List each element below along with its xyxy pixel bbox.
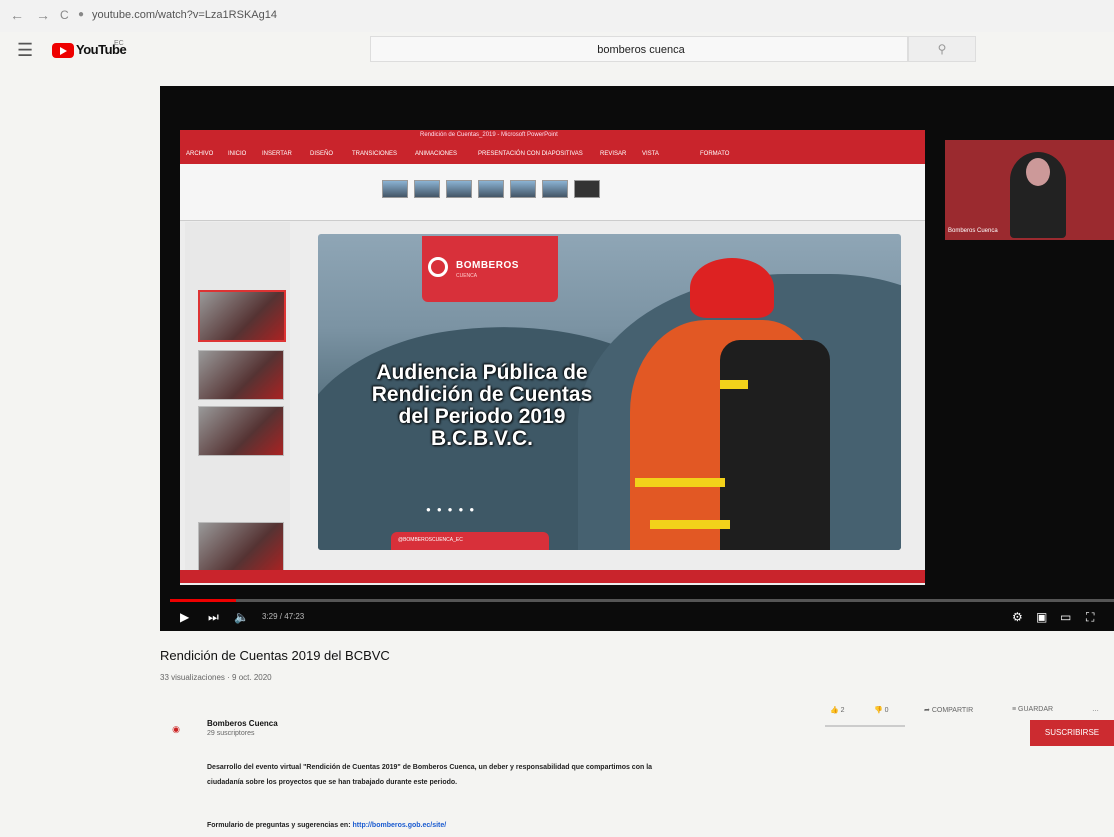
- slide-title: Audiencia Pública de Rendición de Cuenta…: [371, 361, 593, 450]
- ppt-tab: PRESENTACIÓN CON DIAPOSITIVAS: [478, 151, 583, 157]
- forward-button[interactable]: →: [36, 7, 50, 23]
- bomberos-logo-icon: [428, 257, 448, 277]
- form-link[interactable]: http://bomberos.gob.ec/site/: [353, 822, 447, 829]
- ppt-statusbar: [180, 570, 925, 583]
- brand-name: BOMBEROS: [456, 260, 519, 271]
- share-icon: ➦: [924, 707, 930, 714]
- ppt-tab: INICIO: [228, 151, 247, 157]
- ppt-tab: ARCHIVO: [186, 151, 214, 157]
- progress-fill: [170, 599, 237, 602]
- settings-icon[interactable]: ⚙: [1012, 610, 1023, 624]
- social-icons: ●●●●●: [426, 505, 481, 514]
- firefighter-backpack: [720, 340, 830, 550]
- ppt-tab: FORMATO: [700, 151, 730, 157]
- ppt-tab: REVISAR: [600, 151, 627, 157]
- search-input[interactable]: [371, 37, 911, 63]
- presenter-face: [1026, 158, 1050, 186]
- picture-style-icon: [542, 180, 568, 198]
- theater-icon[interactable]: ▭: [1060, 610, 1071, 624]
- reflective-stripe: [635, 478, 725, 487]
- share-button[interactable]: ➦ COMPARTIR: [924, 706, 973, 714]
- country-code: EC: [114, 40, 124, 47]
- reflective-stripe: [720, 380, 748, 389]
- reload-button[interactable]: C: [60, 8, 69, 22]
- slide-thumbnail: [198, 290, 286, 342]
- thumb-up-icon: 👍: [830, 707, 839, 714]
- progress-bar[interactable]: [170, 599, 1114, 602]
- slide-footer-text: @BOMBEROSCUENCA_EC: [398, 537, 463, 543]
- like-count: 2: [840, 707, 845, 714]
- channel-name[interactable]: Bomberos Cuenca: [207, 719, 278, 728]
- search-icon: ⚲: [937, 42, 947, 56]
- more-actions-button[interactable]: …: [1092, 706, 1099, 713]
- ppt-tab: DISEÑO: [310, 151, 334, 157]
- video-description: Desarrollo del evento virtual "Rendición…: [207, 764, 653, 786]
- address-bar[interactable]: youtube.com/watch?v=Lza1RSKAg14: [92, 9, 277, 21]
- picture-style-icon: [574, 180, 600, 198]
- thumb-down-icon: 👎: [874, 707, 883, 714]
- save-button[interactable]: ≡ GUARDAR: [1012, 706, 1053, 713]
- menu-icon[interactable]: ☰: [17, 40, 33, 61]
- webcam-label: Bomberos Cuenca: [948, 228, 998, 234]
- video-meta: 33 visualizaciones · 9 oct. 2020: [160, 673, 272, 682]
- picture-style-icon: [478, 180, 504, 198]
- firefighter-helmet: [690, 258, 774, 318]
- subscriber-count: 29 suscriptores: [207, 730, 255, 737]
- youtube-logo-icon[interactable]: [52, 43, 74, 58]
- like-ratio-bar: [825, 725, 905, 727]
- slide-thumbnail: [198, 522, 284, 572]
- ppt-tab: VISTA: [642, 151, 659, 157]
- next-button[interactable]: ⏭: [208, 610, 219, 625]
- video-title: Rendición de Cuentas 2019 del BCBVC: [160, 648, 390, 663]
- lock-icon: ●: [78, 9, 85, 20]
- dislike-button[interactable]: 👎 0: [874, 706, 889, 714]
- reflective-stripe: [650, 520, 730, 529]
- time-display: 3:29 / 47:23: [262, 612, 305, 621]
- search-button[interactable]: ⚲: [908, 36, 976, 62]
- fullscreen-icon[interactable]: ⛶: [1086, 610, 1094, 625]
- miniplayer-icon[interactable]: ▣: [1036, 610, 1047, 624]
- playlist-add-icon: ≡: [1012, 706, 1017, 713]
- brand-subtitle: CUENCA: [456, 273, 478, 279]
- volume-icon[interactable]: 🔈: [234, 610, 249, 624]
- ppt-window-title: Rendición de Cuentas_2019 - Microsoft Po…: [420, 132, 558, 138]
- form-label: Formulario de preguntas y sugerencias en…: [207, 822, 351, 829]
- slide-thumbnail: [198, 350, 284, 400]
- picture-style-icon: [382, 180, 408, 198]
- dislike-count: 0: [884, 707, 889, 714]
- description-form-line: Formulario de preguntas y sugerencias en…: [207, 822, 446, 829]
- share-label: COMPARTIR: [931, 707, 974, 714]
- subscribe-button[interactable]: SUSCRIBIRSE: [1030, 720, 1114, 746]
- picture-style-icon: [414, 180, 440, 198]
- search-box[interactable]: [370, 36, 911, 63]
- channel-avatar[interactable]: ◉: [165, 718, 187, 740]
- picture-style-icon: [510, 180, 536, 198]
- ppt-tab: INSERTAR: [262, 151, 292, 157]
- picture-style-icon: [446, 180, 472, 198]
- like-button[interactable]: 👍 2: [830, 706, 845, 714]
- ppt-tab: TRANSICIONES: [352, 151, 398, 157]
- ppt-tab: ANIMACIONES: [415, 151, 458, 157]
- slide-thumbnail: [198, 406, 284, 456]
- play-button[interactable]: ▶: [180, 610, 189, 624]
- back-button[interactable]: ←: [10, 7, 24, 23]
- save-label: GUARDAR: [1018, 706, 1054, 713]
